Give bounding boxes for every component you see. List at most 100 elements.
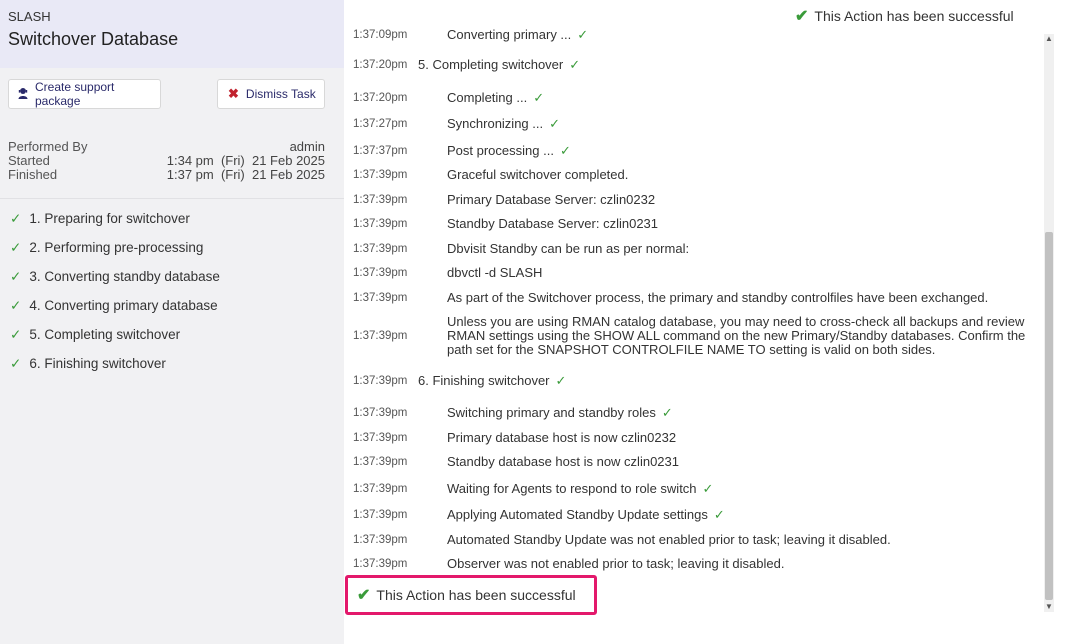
log-message: Graceful switchover completed. bbox=[447, 168, 1047, 182]
log-message: Unless you are using RMAN catalog databa… bbox=[447, 315, 1047, 357]
log-time: 1:37:39pm bbox=[353, 218, 408, 230]
log-message-text: 5. Completing switchover bbox=[418, 57, 564, 72]
log-time: 1:37:37pm bbox=[353, 145, 408, 157]
scroll-up-arrow[interactable]: ▲ bbox=[1044, 34, 1054, 44]
log-message-text: Dbvisit Standby can be run as per normal… bbox=[447, 241, 690, 256]
step-label: 6. Finishing switchover bbox=[29, 356, 166, 371]
log-time: 1:37:39pm bbox=[353, 456, 408, 468]
log-message-text: As part of the Switchover process, the p… bbox=[447, 290, 989, 305]
log-message-text: Post processing ... bbox=[447, 143, 554, 158]
step-label: 1. Preparing for switchover bbox=[29, 211, 190, 226]
log-message: Post processing ... ✓ bbox=[447, 144, 1047, 158]
log-time: 1:37:39pm bbox=[353, 267, 408, 279]
log-message: Waiting for Agents to respond to role sw… bbox=[447, 482, 1047, 496]
log-message-text: Standby database host is now czlin0231 bbox=[447, 454, 679, 469]
step-item: ✓ 4. Converting primary database bbox=[10, 298, 218, 314]
started-value: 1:34 pm (Fri) 21 Feb 2025 bbox=[166, 153, 325, 168]
log-scrollbar[interactable]: ▲ ▼ bbox=[1044, 34, 1054, 612]
performed-by-value: admin bbox=[289, 139, 325, 154]
step-item: ✓ 2. Performing pre-processing bbox=[10, 240, 203, 256]
log-message-text: dbvctl -d SLASH bbox=[447, 265, 543, 280]
finished-label: Finished bbox=[8, 167, 58, 182]
create-support-package-button[interactable]: Create support package bbox=[8, 79, 161, 109]
step-item: ✓ 3. Converting standby database bbox=[10, 269, 220, 285]
log-time: 1:37:39pm bbox=[353, 169, 408, 181]
log-message: 6. Finishing switchover ✓ bbox=[418, 374, 1018, 388]
log-message-text: Standby Database Server: czlin0231 bbox=[447, 216, 659, 231]
success-text: This Action has been successful bbox=[376, 587, 576, 603]
task-log-panel: ✔ This Action has been successful 1:37:0… bbox=[345, 0, 1067, 644]
log-time: 1:37:20pm bbox=[353, 59, 408, 71]
check-icon: ✓ bbox=[569, 57, 581, 72]
log-time: 1:37:39pm bbox=[353, 194, 408, 206]
log-message-text: Converting primary ... bbox=[447, 27, 572, 42]
log-time: 1:37:39pm bbox=[353, 483, 408, 495]
log-time: 1:37:39pm bbox=[353, 534, 408, 546]
database-name: SLASH bbox=[8, 9, 51, 24]
success-banner-bottom: ✔ This Action has been successful bbox=[345, 575, 597, 615]
step-item: ✓ 6. Finishing switchover bbox=[10, 356, 166, 372]
check-icon: ✓ bbox=[577, 27, 589, 42]
log-message: dbvctl -d SLASH bbox=[447, 266, 1047, 280]
check-icon: ✓ bbox=[661, 405, 673, 420]
log-message: Applying Automated Standby Update settin… bbox=[447, 508, 1047, 522]
check-icon: ✓ bbox=[702, 481, 714, 496]
log-message-text: Unless you are using RMAN catalog databa… bbox=[447, 314, 1026, 357]
check-icon: ✓ bbox=[533, 90, 545, 105]
scrollbar-thumb[interactable] bbox=[1045, 232, 1053, 600]
check-icon: ✓ bbox=[10, 356, 22, 371]
log-message: Converting primary ... ✓ bbox=[447, 28, 1047, 42]
log-message: Observer was not enabled prior to task; … bbox=[447, 557, 1047, 571]
success-text: This Action has been successful bbox=[814, 8, 1014, 24]
step-label: 4. Converting primary database bbox=[29, 298, 218, 313]
dismiss-task-button[interactable]: ✖ Dismiss Task bbox=[217, 79, 325, 109]
log-message-text: Primary Database Server: czlin0232 bbox=[447, 192, 656, 207]
log-time: 1:37:39pm bbox=[353, 375, 408, 387]
started-label: Started bbox=[8, 153, 50, 168]
page-title: Switchover Database bbox=[8, 29, 179, 49]
log-message: 5. Completing switchover ✓ bbox=[418, 58, 1018, 72]
log-message-text: Primary database host is now czlin0232 bbox=[447, 430, 677, 445]
log-message: Synchronizing ... ✓ bbox=[447, 117, 1047, 131]
check-icon: ✓ bbox=[713, 507, 725, 522]
success-banner-top: ✔ This Action has been successful bbox=[795, 6, 1014, 26]
check-icon: ✔ bbox=[357, 587, 371, 604]
check-icon: ✓ bbox=[555, 373, 567, 388]
log-time: 1:37:39pm bbox=[353, 432, 408, 444]
log-message-text: Synchronizing ... bbox=[447, 116, 544, 131]
log-time: 1:37:09pm bbox=[353, 29, 408, 41]
log-time: 1:37:39pm bbox=[353, 509, 408, 521]
step-label: 3. Converting standby database bbox=[29, 269, 220, 284]
check-icon: ✔ bbox=[795, 8, 809, 25]
divider bbox=[0, 198, 344, 199]
scroll-down-arrow[interactable]: ▼ bbox=[1044, 602, 1054, 612]
log-message: Standby Database Server: czlin0231 bbox=[447, 217, 1047, 231]
step-item: ✓ 1. Preparing for switchover bbox=[10, 211, 190, 227]
performed-by-label: Performed By bbox=[8, 139, 88, 154]
log-time: 1:37:27pm bbox=[353, 118, 408, 130]
task-header: SLASH Switchover Database bbox=[0, 0, 344, 68]
log-message-text: Graceful switchover completed. bbox=[447, 167, 629, 182]
log-message: Automated Standby Update was not enabled… bbox=[447, 533, 1047, 547]
create-support-package-label: Create support package bbox=[35, 80, 115, 108]
check-icon: ✓ bbox=[10, 240, 22, 255]
check-icon: ✓ bbox=[559, 143, 571, 158]
step-item: ✓ 5. Completing switchover bbox=[10, 327, 180, 343]
log-message: Completing ... ✓ bbox=[447, 91, 1047, 105]
log-time: 1:37:20pm bbox=[353, 92, 408, 104]
log-message-text: Applying Automated Standby Update settin… bbox=[447, 507, 708, 522]
finished-value: 1:37 pm (Fri) 21 Feb 2025 bbox=[166, 167, 325, 182]
log-message-text: Automated Standby Update was not enabled… bbox=[447, 532, 891, 547]
check-icon: ✓ bbox=[10, 327, 22, 342]
check-icon: ✓ bbox=[549, 116, 561, 131]
log-message-text: Switching primary and standby roles bbox=[447, 405, 656, 420]
log-message-text: Waiting for Agents to respond to role sw… bbox=[447, 481, 697, 496]
check-icon: ✓ bbox=[10, 269, 22, 284]
log-message: As part of the Switchover process, the p… bbox=[447, 291, 1047, 305]
log-time: 1:37:39pm bbox=[353, 330, 408, 342]
log-message: Primary database host is now czlin0232 bbox=[447, 431, 1047, 445]
log-message-text: 6. Finishing switchover bbox=[418, 373, 550, 388]
task-sidebar: SLASH Switchover Database Create support… bbox=[0, 0, 344, 644]
check-icon: ✓ bbox=[10, 298, 22, 313]
log-message-text: Completing ... bbox=[447, 90, 528, 105]
